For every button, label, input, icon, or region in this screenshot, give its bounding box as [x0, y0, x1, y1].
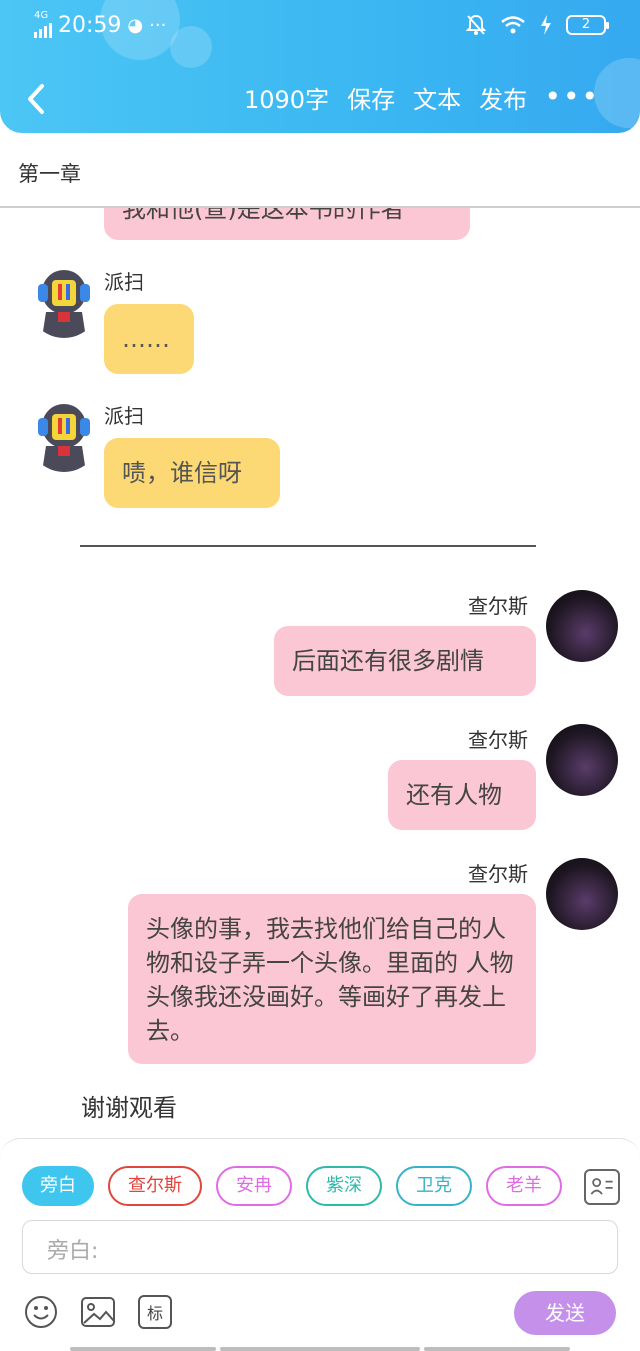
ending-text: 谢谢观看 [81, 1094, 177, 1122]
app-notification-icon: ◕ [127, 14, 144, 36]
speaker-name: 查尔斯 [468, 862, 528, 886]
charging-icon [541, 15, 551, 35]
avatar-paisao[interactable] [28, 400, 100, 472]
message-bubble[interactable]: 还有人物 [388, 760, 536, 830]
status-bar: 4G 20:59 ◕ ··· 2 [0, 8, 640, 44]
character-selector: 旁白 查尔斯 安冉 紫深 卫克 老羊 [22, 1166, 562, 1206]
message-text: 后面还有很多剧情 [292, 647, 484, 675]
character-chip-anran[interactable]: 安冉 [216, 1166, 292, 1206]
character-chip-charles[interactable]: 查尔斯 [108, 1166, 202, 1206]
message-text: 还有人物 [406, 781, 502, 809]
bottom-indicator [220, 1347, 420, 1351]
avatar-paisao[interactable] [28, 266, 100, 338]
message-bubble[interactable]: 后面还有很多剧情 [274, 626, 536, 696]
back-arrow-icon[interactable] [22, 80, 52, 118]
bottom-indicator [424, 1347, 570, 1351]
publish-button[interactable]: 发布 [479, 80, 527, 115]
toolbar: 标 [24, 1295, 172, 1329]
battery-indicator: 2 [566, 15, 609, 35]
bottom-indicator [70, 1347, 216, 1351]
nav-bar: 1090字 保存 文本 发布 ••• [0, 76, 640, 122]
message-bubble[interactable]: 我和他(查)是这本书的作者 [104, 208, 470, 240]
save-button[interactable]: 保存 [347, 80, 395, 115]
message-bubble[interactable]: …… [104, 304, 194, 374]
character-chip-zishen[interactable]: 紫深 [306, 1166, 382, 1206]
message-text: …… [122, 325, 170, 353]
avatar-charles[interactable] [546, 724, 618, 796]
word-count: 1090字 [244, 86, 330, 114]
avatar-charles[interactable] [546, 858, 618, 930]
avatar-charles[interactable] [546, 590, 618, 662]
character-chip-narration[interactable]: 旁白 [22, 1166, 94, 1206]
chat-area[interactable]: 我和他(查)是这本书的作者 派扫 …… 派扫 啧，谁信呀 查尔斯 后面还有很多剧… [0, 208, 640, 1138]
text-button[interactable]: 文本 [413, 80, 461, 115]
speaker-name: 派扫 [104, 270, 144, 294]
speaker-name: 派扫 [104, 404, 144, 428]
message-text: 啧，谁信呀 [122, 459, 242, 487]
message-text: 我和他(查)是这本书的作者 [122, 208, 405, 223]
send-button[interactable]: 发送 [514, 1291, 616, 1335]
speaker-name: 查尔斯 [468, 728, 528, 752]
network-type: 4G [34, 10, 49, 21]
signal-icon: 4G [34, 10, 52, 38]
top-header: 4G 20:59 ◕ ··· 2 1090字 保存 文本 发布 ••• [0, 0, 640, 133]
message-bubble[interactable]: 头像的事，我去找他们给自己的人物和设子弄一个头像。里面的 人物头像我还没画好。等… [128, 894, 536, 1064]
image-icon[interactable] [80, 1295, 116, 1329]
mute-bell-icon [466, 14, 486, 35]
message-bubble[interactable]: 啧，谁信呀 [104, 438, 280, 508]
tag-button[interactable]: 标 [138, 1295, 172, 1329]
speaker-name: 查尔斯 [468, 594, 528, 618]
message-text: 头像的事，我去找他们给自己的人物和设子弄一个头像。里面的 人物头像我还没画好。等… [146, 915, 514, 1045]
separator-line [80, 545, 536, 547]
message-input[interactable]: 旁白: [22, 1220, 618, 1274]
compose-panel: 旁白 查尔斯 安冉 紫深 卫克 老羊 旁白: 标 发送 [0, 1138, 640, 1351]
wifi-icon [501, 16, 525, 34]
more-options-icon[interactable]: ••• [544, 80, 600, 113]
character-chip-weike[interactable]: 卫克 [396, 1166, 472, 1206]
more-notifications-icon: ··· [149, 14, 167, 36]
emoji-icon[interactable] [24, 1295, 58, 1329]
chapter-title[interactable]: 第一章 [18, 158, 81, 188]
clock-time: 20:59 [58, 12, 122, 38]
character-chip-laoyang[interactable]: 老羊 [486, 1166, 562, 1206]
character-manage-icon[interactable] [584, 1169, 620, 1205]
